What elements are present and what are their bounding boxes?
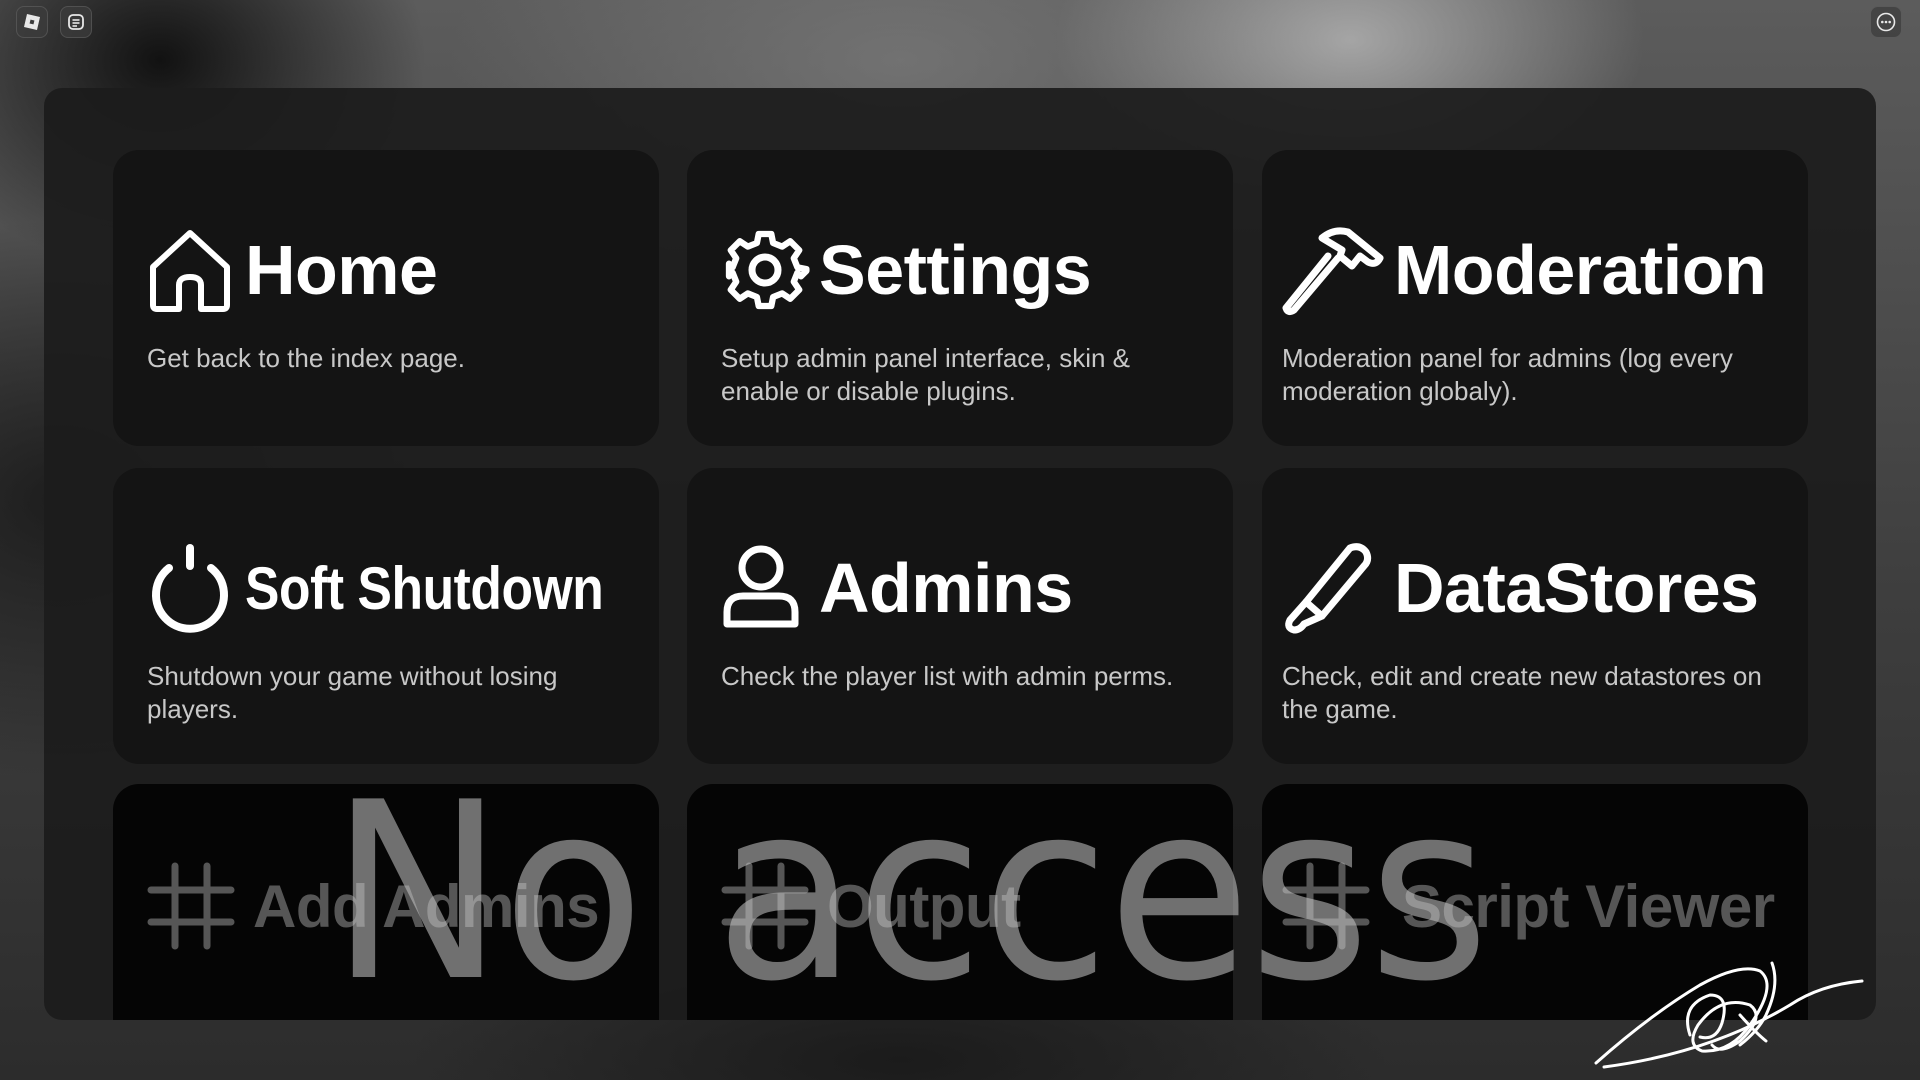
roblox-logo-icon — [24, 14, 40, 30]
card-title: Home — [245, 231, 438, 309]
admin-panel: Home Get back to the index page. Setting… — [44, 88, 1876, 1020]
card-header: Output — [719, 856, 1021, 956]
card-title: Admins — [819, 549, 1073, 627]
hashtag-icon — [145, 858, 241, 954]
card-title: Settings — [819, 231, 1092, 309]
admins-card[interactable]: Admins Check the player list with admin … — [687, 468, 1233, 764]
soft-shutdown-card[interactable]: Soft Shutdown Shutdown your game without… — [113, 468, 659, 764]
more-options-button[interactable] — [1870, 6, 1902, 38]
output-card: Output — [687, 784, 1233, 1020]
card-header: Add Admins — [145, 856, 600, 956]
card-title: Output — [827, 872, 1021, 940]
add-admins-card: Add Admins — [113, 784, 659, 1020]
chat-icon — [68, 14, 84, 30]
card-title: Moderation — [1394, 231, 1767, 309]
user-icon — [719, 540, 815, 636]
card-title: Soft Shutdown — [245, 554, 604, 622]
card-header: Home — [145, 220, 438, 320]
card-header: DataStores — [1280, 538, 1759, 638]
more-options-icon — [1876, 12, 1896, 32]
card-title: DataStores — [1394, 549, 1759, 627]
hashtag-icon — [1280, 858, 1390, 954]
card-description: Check the player list with admin perms. — [721, 661, 1174, 691]
card-title: Add Admins — [253, 872, 600, 940]
chat-button[interactable] — [60, 6, 92, 38]
settings-card[interactable]: Settings Setup admin panel interface, sk… — [687, 150, 1233, 446]
card-description: Check, edit and create new datastores on… — [1282, 661, 1762, 724]
hammer-icon — [1280, 222, 1390, 318]
gear-icon — [719, 222, 815, 318]
power-icon — [145, 540, 241, 636]
hashtag-icon — [719, 858, 815, 954]
card-description: Shutdown your game without losing player… — [147, 661, 558, 724]
datastores-card[interactable]: DataStores Check, edit and create new da… — [1262, 468, 1808, 764]
card-header: Script Viewer — [1280, 856, 1775, 956]
card-title: Script Viewer — [1402, 872, 1775, 940]
card-header: Admins — [719, 538, 1073, 638]
home-icon — [145, 222, 241, 318]
card-header: Soft Shutdown — [145, 538, 662, 638]
moderation-card[interactable]: Moderation Moderation panel for admins (… — [1262, 150, 1808, 446]
card-description: Moderation panel for admins (log every m… — [1282, 343, 1733, 406]
card-description: Setup admin panel interface, skin & enab… — [721, 343, 1131, 406]
home-card[interactable]: Home Get back to the index page. — [113, 150, 659, 446]
card-header: Moderation — [1280, 220, 1767, 320]
card-header: Settings — [719, 220, 1092, 320]
brush-icon — [1280, 540, 1390, 636]
roblox-menu-button[interactable] — [16, 6, 48, 38]
card-description: Get back to the index page. — [147, 343, 465, 373]
signature-icon — [1594, 961, 1864, 1069]
